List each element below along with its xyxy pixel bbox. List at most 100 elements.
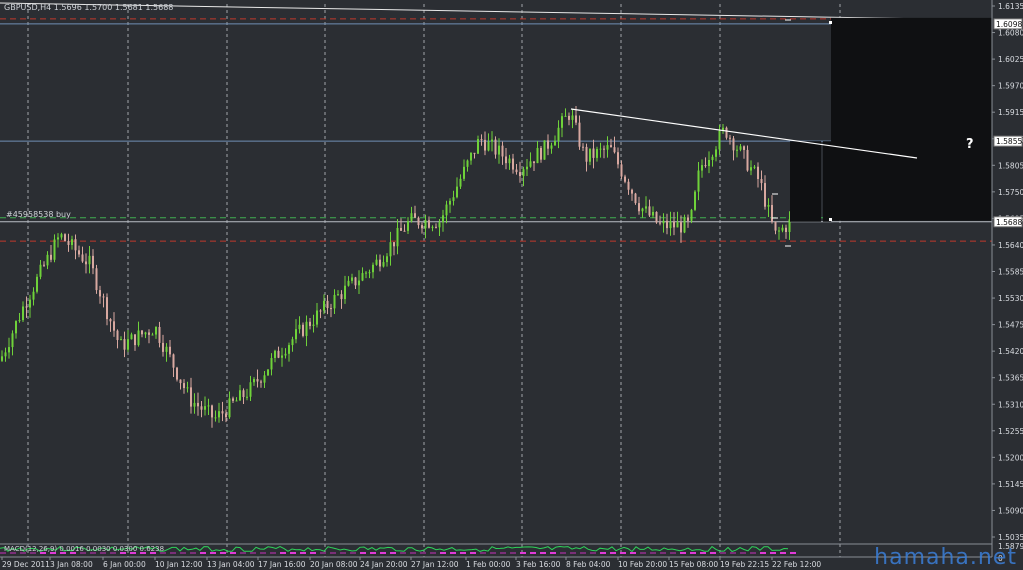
candle-body (186, 387, 189, 389)
candle-body (694, 191, 696, 210)
candle-body (438, 222, 441, 228)
time-tick-label: 8 Feb 04:00 (566, 560, 611, 569)
candle-body (393, 242, 395, 247)
indicator-bar (270, 552, 276, 554)
candle-body (424, 220, 427, 229)
candle-body (711, 156, 714, 161)
indicator-bar (320, 552, 326, 554)
candle-body (746, 149, 749, 171)
candle-body (442, 215, 444, 223)
candle-body (449, 200, 451, 205)
candle-body (109, 319, 112, 322)
price-tag-text: 1.5855 (996, 137, 1022, 146)
price-tick-label: 1.5035 (998, 533, 1023, 542)
candle-body (1, 356, 3, 361)
indicator-bar (540, 552, 546, 554)
chart-window[interactable]: 1.6135 1.6080 1.6025 1.5970 1.5915 1.5855 1.58… (0, 0, 1023, 570)
candle-body (309, 321, 311, 326)
candle-body (536, 147, 539, 164)
time-tick-label: 6 Jan 00:00 (103, 560, 146, 569)
candle-body (445, 204, 448, 216)
indicator-bar (280, 552, 286, 554)
candle-body (508, 158, 511, 164)
candle-body (197, 402, 199, 407)
candle-body (330, 308, 332, 310)
candle-body (470, 152, 472, 161)
price-tick-label: 1.5475 (998, 321, 1023, 330)
indicator-bar (750, 552, 756, 554)
candle-body (295, 329, 297, 340)
candle-body (218, 411, 220, 418)
indicator-bar (520, 552, 526, 554)
price-tick-label: 1.5640 (998, 241, 1023, 250)
candle-body (249, 382, 252, 397)
candle-body (389, 242, 392, 257)
candle-body (540, 147, 542, 160)
candle-body (543, 140, 546, 160)
candle-body (701, 165, 703, 171)
time-tick-label: 27 Jan 12:00 (411, 560, 459, 569)
indicator-bar (390, 552, 396, 554)
candle-body (599, 148, 602, 150)
question-mark-text: ? (966, 137, 974, 152)
candle-body (613, 147, 616, 153)
price-tick-label: 1.6135 (998, 2, 1023, 11)
indicator-bar (170, 552, 176, 554)
candle-body (428, 220, 430, 228)
candle-body (116, 330, 119, 341)
price-tick-label: 1.5530 (998, 294, 1023, 303)
candle-body (326, 300, 329, 309)
candle-body (151, 334, 154, 336)
price-tick-label: 1.5970 (998, 82, 1023, 91)
candle-body (260, 381, 262, 383)
candle-body (270, 358, 273, 370)
candle-body (666, 220, 668, 229)
candle-body (522, 169, 525, 177)
candle-body (550, 145, 553, 149)
candle-body (641, 208, 644, 212)
dark-box-small-1 (790, 141, 821, 222)
candle-body (736, 149, 738, 151)
candle-body (95, 268, 98, 291)
candle-body (463, 166, 465, 179)
indicator-bar (510, 552, 516, 554)
candle-body (190, 387, 192, 407)
candle-body (673, 221, 675, 228)
candle-body (228, 398, 231, 418)
candle-body (648, 206, 651, 216)
candle-body (781, 227, 784, 231)
candle-body (704, 165, 707, 167)
indicator-bar (790, 552, 796, 554)
price-tick-label: 1.5255 (998, 427, 1023, 436)
candle-body (246, 396, 248, 398)
candle-body (435, 226, 437, 228)
candle-body (120, 339, 122, 341)
indicator-bar (440, 552, 446, 554)
price-chart[interactable]: 1.6135 1.6080 1.6025 1.5970 1.5915 1.5855 1.58… (0, 0, 1023, 570)
candle-body (144, 332, 147, 335)
candle-body (172, 354, 175, 368)
candle-body (477, 139, 479, 154)
indicator-bar (680, 552, 686, 554)
candle-body (71, 239, 73, 245)
candle-body (414, 213, 416, 218)
candle-body (291, 339, 294, 346)
candle-body (498, 145, 500, 155)
price-tick-label: 1.5420 (998, 347, 1023, 356)
candle-body (554, 140, 556, 146)
indicator-bar (220, 552, 226, 554)
candle-body (221, 411, 224, 414)
candle-body (634, 193, 637, 204)
candle-body (46, 254, 49, 266)
candle-body (207, 405, 210, 407)
price-tick-label: 1.5750 (998, 188, 1023, 197)
candle-body (564, 115, 567, 117)
candle-body (92, 255, 94, 269)
candle-body (480, 139, 483, 141)
indicator-bar (470, 552, 476, 554)
candle-body (473, 152, 476, 154)
candle-body (256, 379, 259, 382)
candle-body (365, 272, 367, 274)
candle-body (620, 164, 623, 177)
candle-body (288, 345, 290, 354)
